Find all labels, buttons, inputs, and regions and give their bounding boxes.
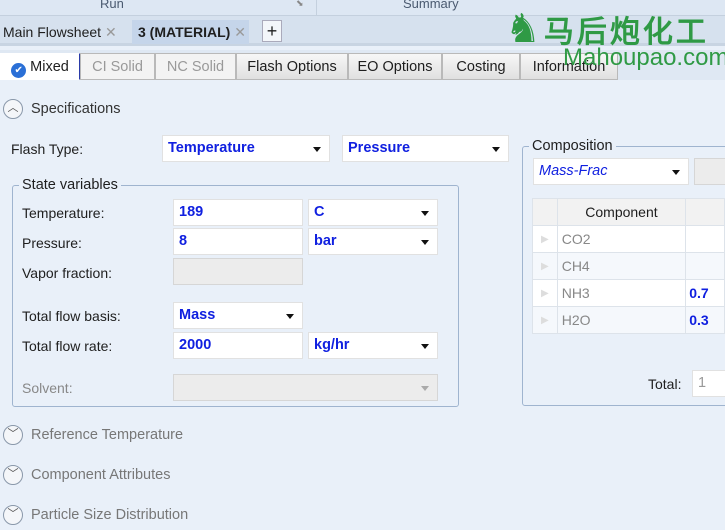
collapse-icon: ︿	[3, 99, 23, 119]
value-cell[interactable]	[685, 252, 725, 280]
dialog-launcher-icon[interactable]: ⬊	[296, 0, 304, 9]
solvent-select[interactable]	[173, 374, 438, 401]
temperature-input[interactable]: 189	[173, 199, 303, 226]
check-icon: ✔	[11, 63, 27, 78]
tab-material-3[interactable]: 3 (MATERIAL) ✕	[132, 20, 250, 44]
temperature-unit-select[interactable]: C	[308, 199, 438, 226]
component-attributes-section-toggle[interactable]: ﹀ Component Attributes	[3, 465, 170, 485]
section-title: Specifications	[31, 100, 121, 117]
tab-eo-options[interactable]: EO Options	[348, 53, 442, 80]
flash-type-label: Flash Type:	[11, 141, 84, 157]
composition-basis-select[interactable]: Mass-Frac	[533, 158, 689, 185]
component-cell[interactable]: NH3	[556, 279, 687, 307]
component-cell[interactable]: CH4	[556, 252, 687, 280]
flow-rate-input[interactable]: 2000	[173, 332, 303, 359]
tab-mixed[interactable]: ✔ Mixed	[0, 53, 80, 80]
value-column-header[interactable]	[685, 198, 725, 226]
new-tab-button[interactable]: +	[262, 20, 282, 42]
pressure-label: Pressure:	[22, 235, 82, 251]
horse-logo-icon: ♞	[505, 7, 544, 51]
tab-label: 3 (MATERIAL)	[138, 24, 231, 40]
component-cell[interactable]: H2O	[556, 306, 687, 334]
tab-flash-options[interactable]: Flash Options	[236, 53, 348, 80]
total-value: 1	[692, 370, 725, 397]
vapor-fraction-input[interactable]	[173, 258, 303, 285]
row-selector-icon[interactable]: ▶	[532, 252, 558, 280]
expand-icon: ﹀	[3, 505, 23, 525]
ribbon-summary-label: Summary	[403, 0, 459, 11]
vapor-fraction-label: Vapor fraction:	[22, 265, 113, 281]
composition-legend: Composition	[529, 138, 616, 154]
flow-basis-select[interactable]: Mass	[173, 302, 303, 329]
tab-main-flowsheet[interactable]: Main Flowsheet ✕	[0, 20, 120, 44]
pressure-unit-select[interactable]: bar	[308, 228, 438, 255]
specifications-section-toggle[interactable]: ︿ Specifications	[3, 99, 120, 119]
component-cell[interactable]: CO2	[556, 225, 687, 253]
flash-type-1-select[interactable]: Temperature	[162, 135, 330, 162]
tab-label: Mixed	[30, 59, 69, 75]
value-cell[interactable]: 0.7	[685, 279, 725, 307]
composition-table: Component ▶ CO2 ▶ CH4 ▶ NH3 0.7 ▶ H2O 0.3	[532, 198, 725, 334]
row-header-corner	[532, 198, 558, 226]
tab-costing[interactable]: Costing	[442, 53, 520, 80]
table-row[interactable]: ▶ NH3 0.7	[532, 279, 725, 307]
reference-temperature-section-toggle[interactable]: ﹀ Reference Temperature	[3, 425, 183, 445]
pressure-input[interactable]: 8	[173, 228, 303, 255]
ribbon-run-label: Run	[100, 0, 124, 11]
table-row[interactable]: ▶ H2O 0.3	[532, 306, 725, 334]
expand-icon: ﹀	[3, 465, 23, 485]
close-icon[interactable]: ✕	[105, 24, 117, 40]
composition-secondary-select[interactable]	[694, 158, 725, 185]
row-selector-icon[interactable]: ▶	[532, 225, 558, 253]
total-label: Total:	[648, 376, 682, 392]
expand-icon: ﹀	[3, 425, 23, 445]
row-selector-icon[interactable]: ▶	[532, 279, 558, 307]
table-row[interactable]: ▶ CH4	[532, 252, 725, 280]
value-cell[interactable]: 0.3	[685, 306, 725, 334]
solvent-label: Solvent:	[22, 380, 73, 396]
tab-label: Main Flowsheet	[3, 24, 102, 40]
tab-nc-solid[interactable]: NC Solid	[155, 53, 236, 80]
flow-basis-label: Total flow basis:	[22, 308, 121, 324]
value-cell[interactable]	[685, 225, 725, 253]
flash-type-2-select[interactable]: Pressure	[342, 135, 509, 162]
component-column-header[interactable]: Component	[556, 198, 687, 226]
section-title: Reference Temperature	[31, 426, 184, 443]
row-selector-icon[interactable]: ▶	[532, 306, 558, 334]
temperature-label: Temperature:	[22, 205, 105, 221]
flow-rate-label: Total flow rate:	[22, 338, 113, 354]
section-title: Component Attributes	[31, 466, 171, 483]
watermark-url: Mahoupao.com	[563, 44, 725, 71]
flow-rate-unit-select[interactable]: kg/hr	[308, 332, 438, 359]
table-row[interactable]: ▶ CO2	[532, 225, 725, 253]
particle-size-section-toggle[interactable]: ﹀ Particle Size Distribution	[3, 505, 188, 525]
tab-ci-solid[interactable]: CI Solid	[80, 53, 155, 80]
section-title: Particle Size Distribution	[31, 506, 189, 523]
state-variables-legend: State variables	[19, 177, 121, 193]
close-icon[interactable]: ✕	[234, 24, 246, 40]
